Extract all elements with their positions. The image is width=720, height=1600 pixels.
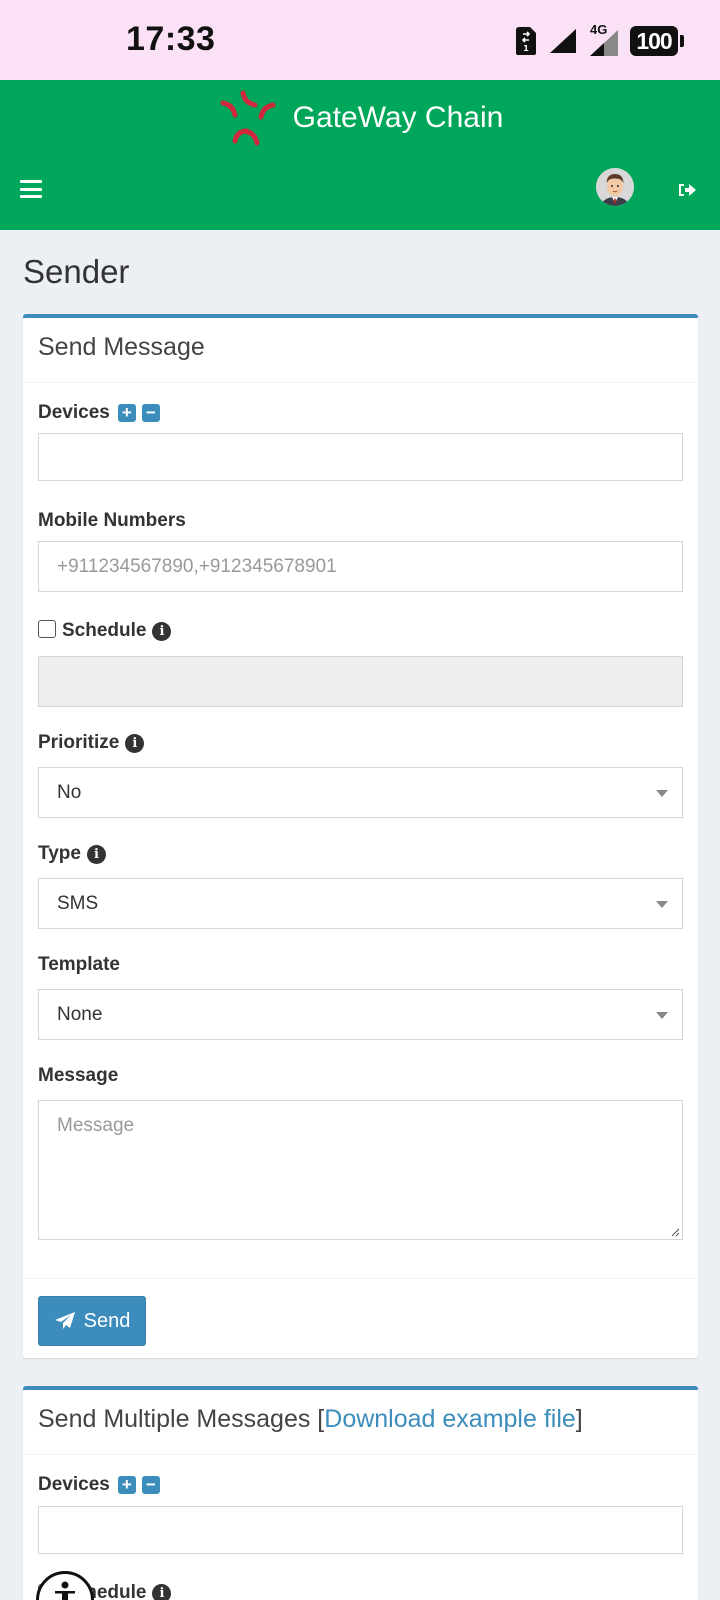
status-bar: 17:33 1 4G 100: [0, 0, 720, 80]
sign-out-icon[interactable]: [677, 181, 697, 199]
angry-burst-icon: [220, 90, 276, 145]
mobile-numbers-input[interactable]: +911234567890,+912345678901: [38, 541, 683, 592]
battery-indicator: 100: [630, 26, 684, 56]
type-select[interactable]: SMS: [38, 878, 683, 929]
remove-device-icon[interactable]: −: [141, 404, 160, 422]
sim-card-icon: 1: [516, 27, 536, 55]
send-button-label: Send: [83, 1309, 131, 1332]
paper-plane-icon: [54, 1312, 75, 1329]
status-time: 17:33: [126, 20, 216, 58]
message-placeholder: Message: [57, 1115, 135, 1136]
chevron-down-icon: [656, 900, 668, 908]
user-avatar[interactable]: [596, 168, 634, 206]
multi-schedule-info-icon[interactable]: i: [152, 1583, 172, 1600]
hamburger-icon[interactable]: [20, 180, 42, 198]
type-info-icon[interactable]: i: [86, 844, 106, 864]
prioritize-info-icon[interactable]: i: [125, 733, 145, 753]
schedule-datetime-input[interactable]: [38, 656, 683, 707]
send-multiple-title-text: Send Multiple Messages [: [38, 1405, 325, 1433]
send-multiple-title: Send Multiple Messages [Download example…: [23, 1390, 698, 1455]
app-title: GateWay Chain: [292, 100, 504, 134]
page-title: Sender: [23, 253, 130, 290]
send-multiple-panel: Send Multiple Messages [Download example…: [23, 1386, 698, 1600]
chevron-down-icon: [656, 789, 668, 797]
template-value: None: [57, 1003, 103, 1025]
resize-grip-icon[interactable]: [670, 1227, 680, 1237]
message-label: Message: [38, 1065, 119, 1086]
type-label: Type: [38, 843, 81, 864]
add-device-icon[interactable]: +: [117, 404, 136, 422]
template-label: Template: [38, 954, 121, 975]
download-example-link[interactable]: Download example file: [324, 1405, 576, 1433]
type-value: SMS: [57, 892, 99, 914]
message-textarea[interactable]: Message: [38, 1100, 683, 1240]
signal-4g-icon: 4G: [588, 22, 620, 58]
mobile-numbers-label: Mobile Numbers: [38, 510, 186, 531]
brand[interactable]: GateWay Chain: [0, 80, 720, 155]
signal-icon: [550, 29, 576, 53]
multi-devices-label: Devices: [38, 1474, 110, 1495]
app-header: GateWay Chain: [0, 80, 720, 230]
devices-label: Devices: [38, 402, 110, 423]
prioritize-value: No: [57, 781, 82, 803]
template-select[interactable]: None: [38, 989, 683, 1040]
prioritize-row: Prioritize i: [38, 732, 145, 754]
chevron-down-icon: [656, 1011, 668, 1019]
prioritize-label: Prioritize: [38, 732, 120, 753]
devices-input[interactable]: [38, 433, 683, 481]
schedule-label: Schedule: [62, 620, 147, 641]
devices-label-row: Devices + −: [38, 402, 160, 424]
send-button[interactable]: Send: [38, 1296, 146, 1346]
schedule-row: Schedule i: [38, 620, 172, 642]
send-multiple-title-suffix: ]: [575, 1405, 583, 1433]
send-message-title: Send Message: [23, 318, 698, 383]
status-icons: 1 4G 100: [514, 22, 684, 58]
prioritize-select[interactable]: No: [38, 767, 683, 818]
send-message-panel: Send Message Devices + − Mobile Numbers …: [23, 314, 698, 1358]
schedule-info-icon[interactable]: i: [152, 621, 172, 641]
remove-device-icon[interactable]: −: [141, 1476, 160, 1494]
add-device-icon[interactable]: +: [117, 1476, 136, 1494]
accessibility-icon: [55, 1581, 75, 1600]
svg-text:1: 1: [523, 44, 529, 53]
form-footer-divider: [23, 1278, 698, 1279]
multi-devices-input[interactable]: [38, 1506, 683, 1554]
type-row: Type i: [38, 843, 106, 865]
schedule-checkbox[interactable]: [38, 620, 56, 638]
multi-devices-label-row: Devices + −: [38, 1474, 160, 1496]
